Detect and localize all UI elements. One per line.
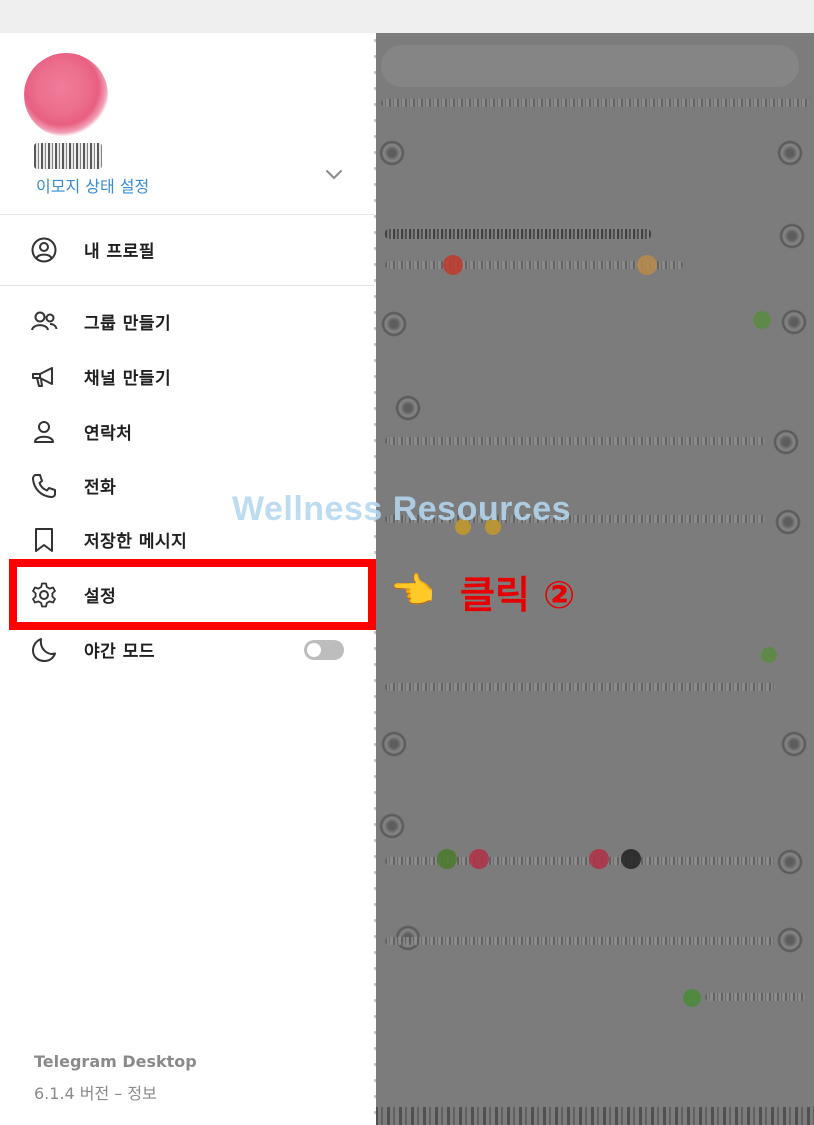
- moon-icon: [32, 638, 56, 662]
- contact-icon: [34, 421, 54, 443]
- menu-item-label: 내 프로필: [84, 242, 155, 262]
- menu-item-contacts[interactable]: 연락처: [0, 404, 374, 458]
- profile-circle-icon: [31, 237, 57, 263]
- emoji-status-link[interactable]: 이모지 상태 설정: [36, 173, 149, 197]
- click-instruction-label: 클릭 ②: [460, 573, 576, 617]
- phone-icon: [32, 474, 56, 498]
- chat-list-dimmed[interactable]: [375, 33, 814, 1125]
- chat-row[interactable]: [375, 983, 814, 1069]
- divider: [0, 285, 374, 286]
- chat-row[interactable]: [375, 901, 814, 987]
- chat-row[interactable]: [375, 301, 814, 387]
- toggle-knob: [307, 643, 321, 657]
- chat-row[interactable]: [375, 643, 814, 729]
- chat-row[interactable]: [375, 813, 814, 899]
- chevron-down-icon[interactable]: [320, 165, 348, 185]
- bookmark-icon: [35, 528, 53, 552]
- chat-preview-text: [375, 1107, 814, 1125]
- menu-item-new-channel[interactable]: 채널 만들기: [0, 349, 374, 403]
- footer-version-info[interactable]: 6.1.4 버전 – 정보: [34, 1080, 157, 1104]
- chat-row[interactable]: [375, 213, 814, 299]
- search-bar[interactable]: [381, 45, 799, 87]
- menu-item-night-mode[interactable]: 야간 모드: [0, 622, 374, 676]
- menu-item-label: 채널 만들기: [84, 369, 172, 389]
- pointing-hand-icon: 👈: [390, 571, 435, 612]
- menu-item-label: 저장한 메시지: [84, 532, 188, 552]
- profile-avatar[interactable]: [24, 53, 108, 137]
- menu-item-my-profile[interactable]: 내 프로필: [0, 222, 374, 276]
- divider: [0, 214, 374, 215]
- chat-row[interactable]: [375, 723, 814, 809]
- chat-row[interactable]: [375, 389, 814, 475]
- menu-item-label: 그룹 만들기: [84, 314, 172, 334]
- megaphone-icon: [32, 367, 53, 387]
- profile-name-blurred: [34, 143, 102, 169]
- watermark-text: Wellness Resources: [232, 490, 572, 528]
- chat-row[interactable]: [375, 85, 814, 171]
- menu-item-label: 전화: [84, 478, 117, 498]
- menu-item-new-group[interactable]: 그룹 만들기: [0, 294, 374, 348]
- footer-app-name[interactable]: Telegram Desktop: [34, 1052, 197, 1071]
- group-icon: [31, 311, 58, 331]
- night-mode-toggle[interactable]: [304, 640, 344, 660]
- menu-item-label: 연락처: [84, 424, 133, 444]
- window-top-bar: [0, 0, 814, 33]
- menu-item-label: 야간 모드: [84, 642, 155, 662]
- settings-highlight-box: [9, 559, 376, 630]
